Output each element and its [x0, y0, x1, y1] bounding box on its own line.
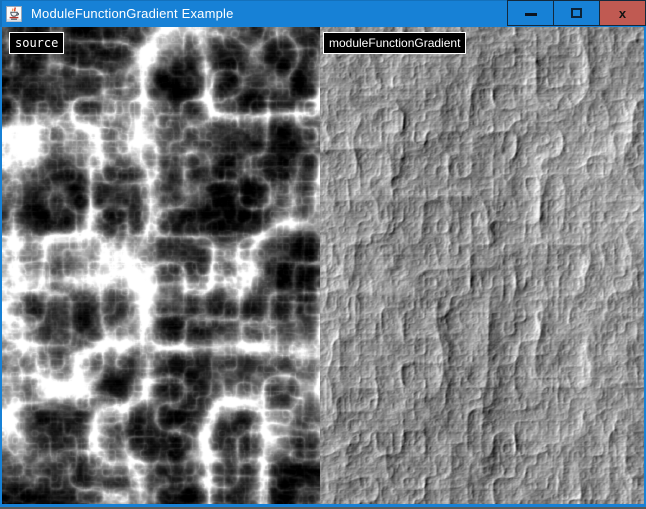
maximize-button[interactable]	[553, 0, 600, 26]
minimize-button[interactable]	[507, 0, 554, 26]
gradient-panel: moduleFunctionGradient	[320, 27, 644, 504]
source-texture-canvas	[2, 27, 320, 504]
window-controls: x	[507, 0, 646, 26]
source-label: source	[9, 32, 64, 54]
maximize-icon	[571, 8, 582, 18]
gradient-label: moduleFunctionGradient	[323, 32, 466, 54]
minimize-icon	[525, 13, 537, 16]
content-area: source moduleFunctionGradient	[0, 27, 646, 504]
close-icon: x	[619, 7, 626, 20]
java-coffee-cup-icon	[6, 6, 22, 22]
source-panel: source	[2, 27, 320, 504]
gradient-texture-canvas	[320, 27, 644, 504]
titlebar[interactable]: ModuleFunctionGradient Example x	[0, 0, 646, 27]
app-window: ModuleFunctionGradient Example x source …	[0, 0, 646, 509]
window-title: ModuleFunctionGradient Example	[31, 0, 234, 27]
close-button[interactable]: x	[599, 0, 646, 26]
